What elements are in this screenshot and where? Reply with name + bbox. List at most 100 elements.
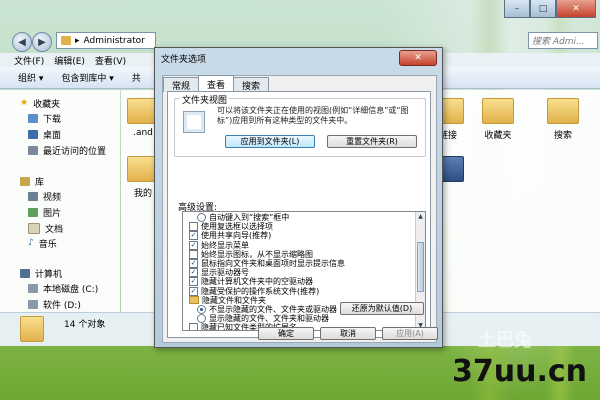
dialog-close-button[interactable]: ✕: [399, 50, 437, 66]
address-text: Administrator: [83, 35, 145, 46]
library-icon: [20, 176, 30, 186]
folder-view-icon: [183, 111, 205, 133]
checked-checkbox-icon[interactable]: ✓: [189, 277, 198, 287]
sidebar-item-label: 最近访问的位置: [43, 146, 107, 157]
menu-edit[interactable]: 编辑(E): [54, 54, 85, 67]
view-tab-panel: 文件夹视图 可以将该文件夹正在使用的视图(例如“详细信息”或“图标”)应用到所有…: [167, 91, 431, 338]
reset-folders-button[interactable]: 重置文件夹(R): [327, 135, 417, 148]
checked-checkbox-icon[interactable]: ✓: [189, 231, 198, 241]
checked-checkbox-icon[interactable]: ✓: [189, 240, 198, 250]
document-icon: [28, 222, 40, 234]
close-icon: ✕: [414, 53, 422, 63]
close-button[interactable]: ✕: [556, 0, 596, 18]
sidebar-item-libraries[interactable]: 库: [20, 174, 44, 188]
sidebar-item-label: 本地磁盘 (C:): [43, 284, 99, 295]
desktop-icon: [28, 129, 38, 139]
sidebar-item-label: 视频: [43, 192, 62, 203]
ok-button[interactable]: 确定: [258, 327, 314, 340]
back-button[interactable]: ◀: [12, 32, 32, 52]
user-folder-icon: [20, 316, 44, 342]
checkbox-icon[interactable]: [189, 222, 198, 232]
back-arrow-icon: ◀: [18, 36, 26, 48]
list-item[interactable]: 搜索: [541, 98, 585, 141]
item-label: .and: [133, 128, 153, 138]
organize-button[interactable]: 组织 ▾: [18, 71, 43, 84]
cancel-button[interactable]: 取消: [320, 327, 376, 340]
menu-view[interactable]: 查看(V): [95, 54, 126, 67]
folder-icon: [189, 296, 199, 305]
item-label: 我的: [133, 189, 152, 199]
scroll-thumb[interactable]: [417, 242, 424, 292]
checked-checkbox-icon[interactable]: ✓: [189, 286, 198, 296]
drive-icon: [28, 299, 38, 309]
navigation-pane: ★ 收藏夹 下载 桌面 最近访问的位置 库 视频 图片 文档 ♪ 音乐 计算机 …: [0, 90, 120, 312]
maximize-icon: □: [538, 3, 548, 14]
tab-search[interactable]: 搜索: [233, 77, 270, 92]
tab-view[interactable]: 查看: [198, 75, 235, 92]
group-description: 可以将该文件夹正在使用的视图(例如“详细信息”或“图标”)应用到所有这种类型的文…: [217, 106, 409, 125]
sidebar-item-label: 下载: [43, 114, 62, 125]
computer-icon: [20, 268, 30, 278]
sidebar-item-documents[interactable]: 文档: [28, 221, 63, 235]
dialog-title: 文件夹选项: [161, 55, 207, 65]
star-icon: ★: [20, 98, 29, 108]
sidebar-item-label: 软件 (D:): [43, 300, 81, 311]
faint-watermark: 土巴兔: [478, 330, 532, 351]
apply-to-folders-button[interactable]: 应用到文件夹(L): [225, 135, 315, 148]
sidebar-item-pictures[interactable]: 图片: [28, 205, 61, 219]
sidebar-item-label: 图片: [43, 208, 62, 219]
drive-icon: [28, 283, 38, 293]
minimize-button[interactable]: –: [504, 0, 530, 18]
favorites-folder-icon: [482, 98, 514, 124]
share-button[interactable]: 共: [132, 71, 141, 84]
maximize-button[interactable]: □: [530, 0, 556, 18]
picture-icon: [28, 207, 38, 217]
site-watermark: 37uu.cn: [452, 354, 587, 389]
folder-views-group: 文件夹视图 可以将该文件夹正在使用的视图(例如“详细信息”或“图标”)应用到所有…: [174, 93, 426, 157]
restore-defaults-button[interactable]: 还原为默认值(D): [340, 302, 424, 315]
sidebar-item-label: 文档: [45, 224, 64, 235]
close-icon: ✕: [572, 3, 580, 14]
recent-places-icon: [28, 145, 38, 155]
selected-radio-icon[interactable]: [197, 305, 206, 314]
checkbox-icon[interactable]: [189, 249, 198, 259]
list-item[interactable]: 收藏夹: [476, 98, 520, 141]
sidebar-item-favorites[interactable]: ★ 收藏夹: [20, 96, 60, 110]
video-icon: [28, 191, 38, 201]
sidebar-item-desktop[interactable]: 桌面: [28, 127, 61, 141]
forward-arrow-icon: ▶: [38, 36, 46, 48]
include-in-library-button[interactable]: 包含到库中 ▾: [61, 71, 113, 84]
sidebar-item-videos[interactable]: 视频: [28, 189, 61, 203]
sidebar-item-music[interactable]: ♪ 音乐: [28, 236, 57, 250]
checkbox-icon[interactable]: [189, 323, 198, 330]
item-count: 14 个对象: [64, 320, 106, 330]
checked-checkbox-icon[interactable]: ✓: [189, 268, 198, 278]
apply-button[interactable]: 应用(A): [382, 327, 438, 340]
minimize-icon: –: [514, 3, 520, 14]
menu-file[interactable]: 文件(F): [14, 54, 44, 67]
sidebar-item-label: 音乐: [38, 239, 57, 250]
group-title: 文件夹视图: [180, 93, 230, 106]
checked-checkbox-icon[interactable]: ✓: [189, 259, 198, 268]
dialog-tabs: 常规 查看 搜索: [163, 75, 270, 92]
searches-folder-icon: [547, 98, 579, 124]
sidebar-item-downloads[interactable]: 下载: [28, 111, 61, 125]
sidebar-item-label: 收藏夹: [33, 99, 61, 110]
download-icon: [28, 113, 38, 123]
search-input[interactable]: 搜索 Admi...: [528, 32, 598, 49]
sidebar-item-computer[interactable]: 计算机: [20, 266, 62, 280]
window-controls: – □ ✕: [504, 0, 596, 18]
scroll-up-icon[interactable]: ▲: [417, 213, 424, 220]
item-label: 收藏夹: [484, 131, 512, 141]
forward-button[interactable]: ▶: [32, 32, 52, 52]
address-bar[interactable]: ▸ Administrator: [56, 32, 156, 49]
sidebar-item-recent[interactable]: 最近访问的位置: [28, 143, 106, 157]
music-icon: ♪: [28, 238, 34, 248]
sidebar-item-drive-d[interactable]: 软件 (D:): [28, 297, 81, 311]
folder-icon: [61, 36, 71, 45]
tab-general[interactable]: 常规: [163, 77, 200, 92]
sidebar-item-drive-c[interactable]: 本地磁盘 (C:): [28, 281, 98, 295]
breadcrumb-separator-icon: ▸: [75, 35, 80, 46]
sidebar-item-label: 计算机: [35, 269, 63, 280]
sidebar-item-label: 桌面: [43, 130, 62, 141]
